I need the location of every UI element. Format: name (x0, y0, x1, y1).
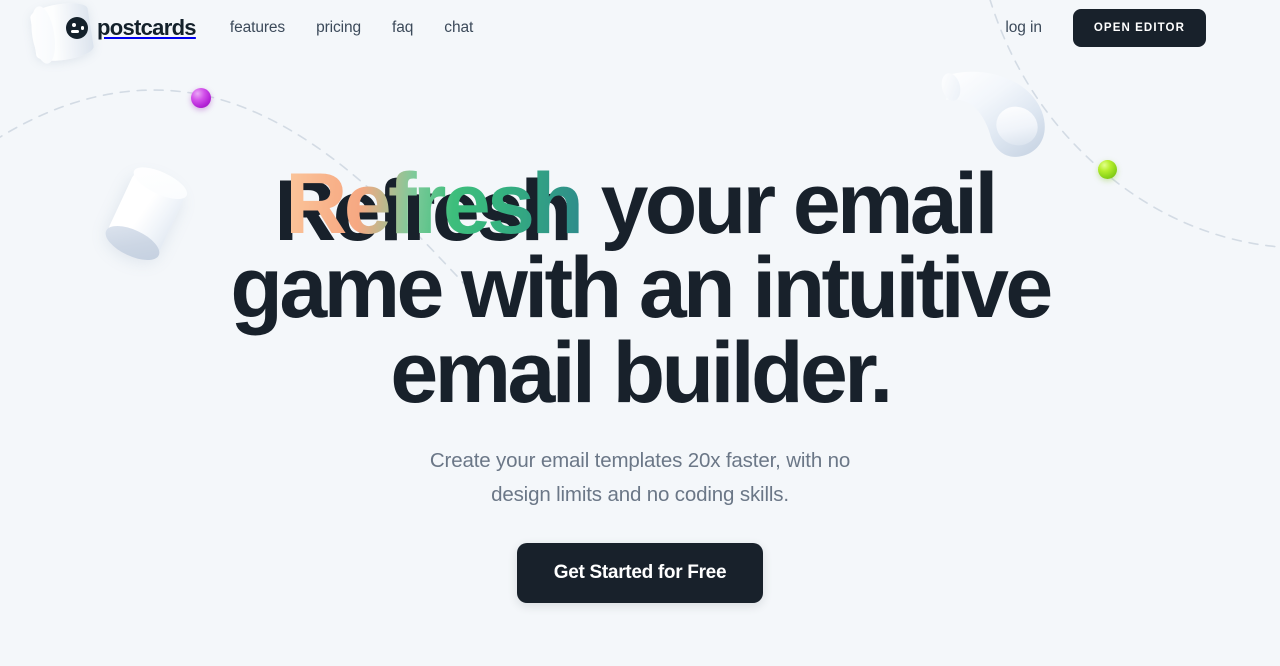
open-editor-button[interactable]: OPEN EDITOR (1072, 9, 1206, 47)
bent-tube-shape (941, 71, 1045, 157)
hero-section: Refresh Refresh your email game with an … (0, 161, 1280, 603)
login-link[interactable]: log in (1005, 19, 1042, 37)
main-navigation: features pricing faq chat (230, 19, 473, 37)
headline-line-3: email builder. (390, 324, 893, 421)
subheadline-line-2: design limits and no coding skills. (491, 483, 789, 507)
page-title: Refresh Refresh your email game with an … (150, 161, 1130, 421)
tube-cap (941, 73, 961, 101)
subheadline-line-1: Create your email templates 20x faster, … (429, 448, 851, 472)
headline-accent-word-gradient: Refresh (285, 156, 584, 252)
site-header: postcards features pricing faq chat log … (0, 0, 1280, 56)
landing-page: postcards features pricing faq chat log … (0, 0, 1280, 666)
headline-line-1: Refresh Refresh your email (150, 161, 1130, 254)
header-actions: log in OPEN EDITOR (1005, 9, 1206, 47)
tube-body (946, 71, 1045, 157)
nav-item-features[interactable]: features (230, 19, 285, 37)
nav-item-pricing[interactable]: pricing (316, 19, 361, 37)
smiley-face-circle-icon (66, 17, 88, 39)
purple-sphere-shape (191, 88, 211, 108)
brand-name: postcards (97, 15, 197, 40)
hero-subheadline: Create your email templates 20x faster, … (0, 444, 1280, 513)
nav-item-faq[interactable]: faq (392, 19, 413, 37)
hero-cta-container: Get Started for Free (0, 542, 1280, 603)
get-started-button[interactable]: Get Started for Free (516, 542, 764, 603)
tube-end (996, 106, 1038, 146)
brand-logo-link[interactable]: postcards (66, 15, 197, 41)
nav-item-chat[interactable]: chat (444, 19, 473, 37)
headline-accent-word: Refresh Refresh (274, 161, 584, 254)
headline-line-1-rest: your email (580, 156, 999, 252)
